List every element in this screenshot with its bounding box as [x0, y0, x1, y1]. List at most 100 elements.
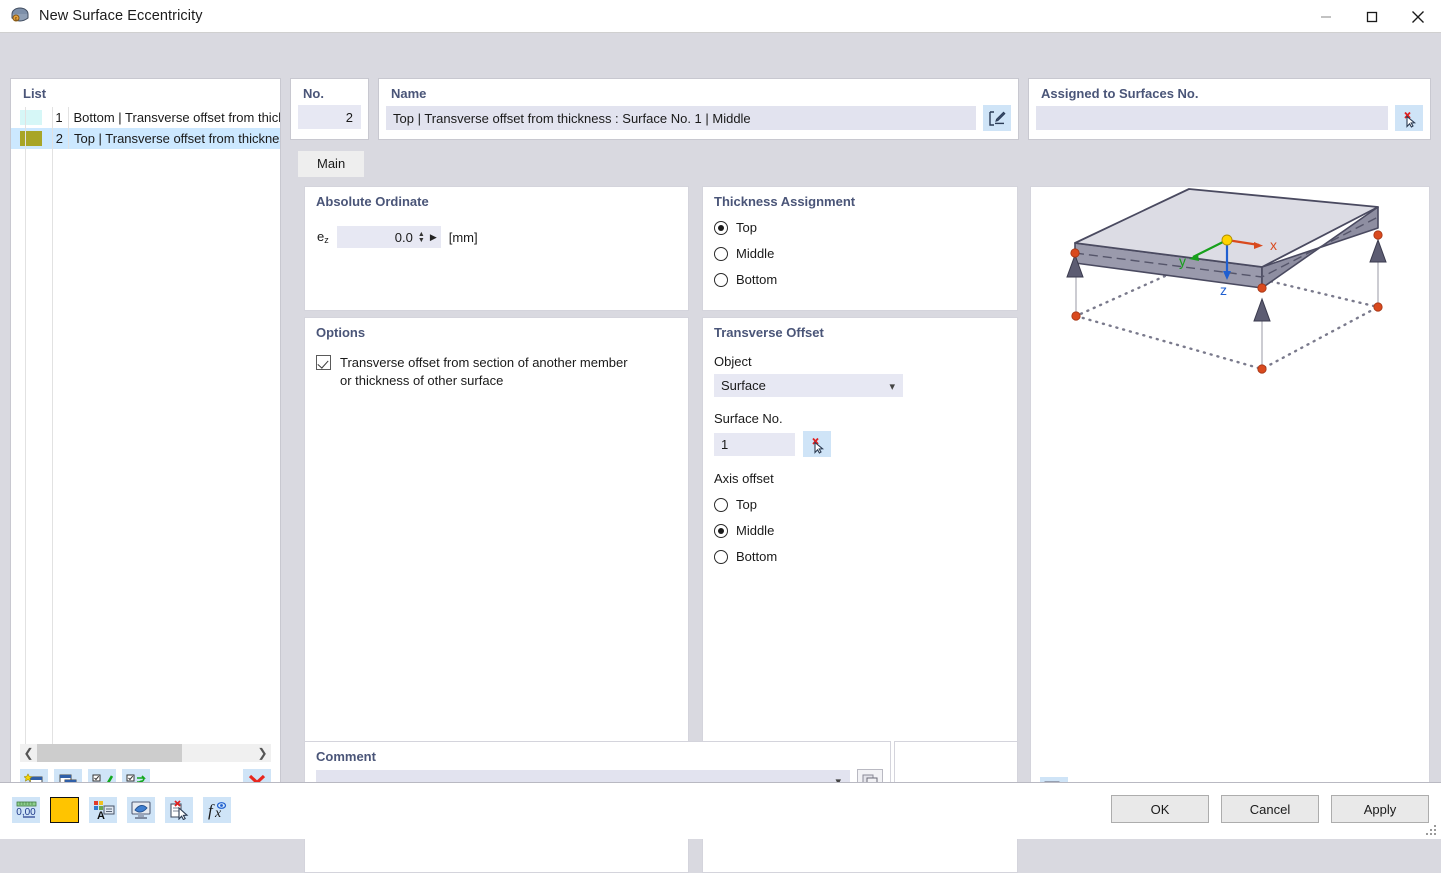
text-style-icon[interactable]: A [89, 797, 117, 823]
clear-selection-icon[interactable] [165, 797, 193, 823]
list-item-color-swatch [20, 110, 42, 125]
main-tab-content: Absolute Ordinate ez 0.0 ▲ ▼ ▶ [mm] Thic… [290, 177, 1431, 873]
axis-label-x: x [1270, 237, 1277, 253]
radio-thickness-bottom[interactable]: Bottom [703, 272, 1017, 287]
checkbox-transverse-offset[interactable]: Transverse offset from section of anothe… [305, 354, 688, 390]
axis-label-y: y [1179, 253, 1186, 269]
status-toolbar: 0,00 A f x [12, 797, 231, 823]
list-panel: List 1 Bottom | Transverse offset from t… [10, 78, 281, 805]
checkbox-label-line1: Transverse offset from section of anothe… [340, 355, 628, 370]
number-panel: No. 2 [290, 78, 369, 140]
scrollbar-thumb[interactable] [37, 744, 182, 762]
pick-deselect-icon[interactable] [1395, 105, 1423, 131]
surface-no-input[interactable]: 1 [714, 432, 795, 456]
chevron-right-icon[interactable]: ❯ [254, 744, 271, 762]
surface-no-row: 1 [703, 431, 1017, 457]
dialog-body: List 1 Bottom | Transverse offset from t… [0, 33, 1441, 873]
list-grid-line-2 [52, 107, 53, 757]
color-swatch-icon[interactable] [50, 797, 79, 823]
radio-axis-bottom[interactable]: Bottom [703, 549, 1017, 564]
ok-button[interactable]: OK [1111, 795, 1209, 823]
spin-down-icon[interactable]: ▼ [418, 237, 425, 244]
thickness-assignment-title: Thickness Assignment [714, 194, 856, 209]
radio-label: Bottom [736, 272, 778, 287]
radio-icon[interactable] [714, 246, 728, 261]
object-label: Object [714, 354, 752, 369]
transverse-offset-title: Transverse Offset [714, 325, 824, 340]
number-field[interactable]: 2 [298, 105, 361, 129]
radio-icon[interactable] [714, 497, 728, 512]
name-panel: Name Top | Transverse offset from thickn… [378, 78, 1019, 140]
radio-icon[interactable] [714, 220, 728, 235]
radio-label: Middle [736, 246, 775, 261]
ez-value: 0.0 [394, 229, 413, 245]
ez-field-row: ez 0.0 ▲ ▼ ▶ [mm] [305, 226, 688, 248]
app-icon: 6 [9, 5, 31, 27]
title-bar: 6 New Surface Eccentricity [0, 0, 1441, 33]
scrollbar-track[interactable] [37, 744, 254, 762]
surface-eccentricity-diagram: x y z [1066, 188, 1387, 374]
maximize-button[interactable] [1349, 0, 1395, 33]
svg-text:f: f [208, 801, 215, 820]
apply-button[interactable]: Apply [1331, 795, 1429, 823]
chevron-left-icon[interactable]: ❮ [20, 744, 37, 762]
list-header: List [23, 86, 47, 101]
list-body: 1 Bottom | Transverse offset from thickn… [11, 107, 280, 757]
bottom-bar: 0,00 A f x OK Cancel Apply [0, 782, 1441, 839]
axis-label-z: z [1220, 282, 1227, 298]
list-horizontal-scrollbar[interactable]: ❮ ❯ [20, 744, 271, 762]
checkbox-icon[interactable] [316, 355, 331, 370]
list-item-number: 1 [55, 110, 63, 125]
comment-title: Comment [316, 749, 376, 764]
ez-input[interactable]: 0.0 ▲ ▼ ▶ [336, 226, 441, 248]
ez-label: ez [317, 229, 329, 245]
svg-text:0,00: 0,00 [16, 807, 36, 818]
options-title: Options [316, 325, 366, 340]
list-item-number: 2 [55, 131, 64, 146]
assigned-surfaces-panel: Assigned to Surfaces No. [1028, 78, 1431, 140]
list-grid-line-1 [25, 107, 26, 757]
chevron-down-icon[interactable]: ▾ [889, 380, 895, 393]
close-button[interactable] [1395, 0, 1441, 33]
cancel-button[interactable]: Cancel [1221, 795, 1319, 823]
radio-axis-top[interactable]: Top [703, 497, 1017, 512]
name-panel-header: Name [391, 86, 427, 101]
object-select-value: Surface [721, 378, 766, 393]
radio-icon[interactable] [714, 272, 728, 287]
absolute-ordinate-group: Absolute Ordinate ez 0.0 ▲ ▼ ▶ [mm] [304, 186, 689, 311]
list-item-label: Top | Transverse offset from thickness [73, 131, 280, 146]
resize-grip[interactable] [1426, 825, 1438, 837]
svg-text:6: 6 [15, 17, 18, 23]
window-title: New Surface Eccentricity [39, 8, 203, 24]
view-display-icon[interactable] [127, 797, 155, 823]
checkbox-label: Transverse offset from section of anothe… [340, 354, 628, 390]
dialog-buttons: OK Cancel Apply [1111, 795, 1429, 823]
radio-label: Top [736, 220, 757, 235]
tab-strip: Main [290, 151, 1431, 177]
model-viewport[interactable]: x y z [1030, 186, 1430, 813]
tab-main[interactable]: Main [298, 151, 365, 177]
radio-axis-middle[interactable]: Middle [703, 523, 1017, 538]
formula-icon[interactable]: f x [203, 797, 231, 823]
list-item-color-swatch [20, 131, 42, 146]
name-input[interactable]: Top | Transverse offset from thickness :… [386, 106, 976, 130]
radio-icon[interactable] [714, 549, 728, 564]
play-arrow-icon[interactable]: ▶ [430, 232, 437, 243]
edit-name-icon[interactable] [983, 105, 1011, 131]
radio-label: Top [736, 497, 757, 512]
minimize-button[interactable] [1303, 0, 1349, 33]
numeric-format-icon[interactable]: 0,00 [12, 797, 40, 823]
object-select[interactable]: Surface ▾ [714, 374, 903, 397]
radio-thickness-top[interactable]: Top [703, 220, 1017, 235]
radio-label: Bottom [736, 549, 778, 564]
assigned-surfaces-input[interactable] [1036, 106, 1388, 130]
list-item-label: Bottom | Transverse offset from thickne [73, 110, 281, 125]
pick-deselect-icon[interactable] [803, 431, 831, 457]
name-row: Top | Transverse offset from thickness :… [386, 105, 1011, 131]
radio-icon[interactable] [714, 523, 728, 538]
thickness-assignment-group: Thickness Assignment Top Middle Bottom [702, 186, 1018, 311]
radio-thickness-middle[interactable]: Middle [703, 246, 1017, 261]
axis-offset-label: Axis offset [714, 471, 774, 486]
ez-unit: [mm] [448, 229, 478, 245]
spinner-arrows[interactable]: ▲ ▼ [418, 231, 425, 244]
